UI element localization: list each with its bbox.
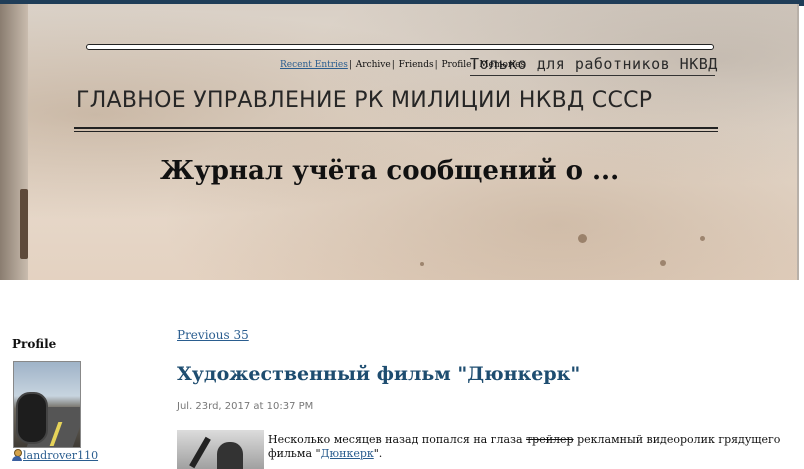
paper-binding: [20, 189, 28, 259]
post-body: Несколько месяцев назад попался на глаза…: [268, 433, 788, 461]
sidebar-profile-title: Profile: [12, 337, 57, 351]
nav-recent-entries[interactable]: Recent Entries: [280, 60, 348, 70]
stamp-underline: [470, 75, 715, 76]
nav-friends[interactable]: Friends: [399, 60, 434, 70]
post-title[interactable]: Художественный фильм "Дюнкерк": [177, 363, 580, 385]
avatar-wheel: [16, 392, 48, 444]
post-body-quote: ".: [373, 447, 383, 460]
nav-separator: |: [391, 60, 395, 70]
post-date: Jul. 23rd, 2017 at 10:37 PM: [177, 401, 314, 412]
header-rule: [74, 127, 718, 129]
previous-link[interactable]: Previous 35: [177, 328, 249, 342]
image-soldier: [217, 442, 243, 469]
user-icon[interactable]: [12, 449, 22, 461]
previous-entries: Previous 35: [177, 328, 249, 342]
avatar[interactable]: [13, 361, 81, 448]
department-text: ГЛАВНОЕ УПРАВЛЕНИЕ РК МИЛИЦИИ НКВД СССР: [76, 88, 653, 113]
nav-separator: |: [348, 60, 352, 70]
post-body-struck: трейлер: [526, 433, 574, 446]
header-top-rule: [86, 44, 714, 50]
post-film-link[interactable]: Дюнкерк: [321, 447, 374, 460]
paper-stain: [578, 234, 587, 243]
nav-archive[interactable]: Archive: [356, 60, 391, 70]
nav-profile[interactable]: Profile: [442, 60, 472, 70]
post-image[interactable]: [177, 430, 264, 469]
nav-separator: |: [434, 60, 438, 70]
post-body-text: Несколько месяцев назад попался на глаза: [268, 433, 527, 446]
journal-header: Только для работников НКВД Recent Entrie…: [0, 4, 799, 280]
header-rule: [74, 131, 718, 132]
nav-memories[interactable]: Memories: [479, 60, 525, 70]
user-link: landrover110: [12, 449, 98, 462]
nav-separator: |: [472, 60, 476, 70]
image-rifle: [189, 436, 211, 469]
paper-stain: [420, 262, 424, 266]
paper-stain: [700, 236, 705, 241]
journal-title: Журнал учёта сообщений о ...: [160, 156, 620, 186]
username-link[interactable]: landrover110: [23, 449, 98, 462]
paper-stain: [660, 260, 666, 266]
journal-nav: Recent Entries| Archive| Friends| Profil…: [280, 60, 525, 70]
